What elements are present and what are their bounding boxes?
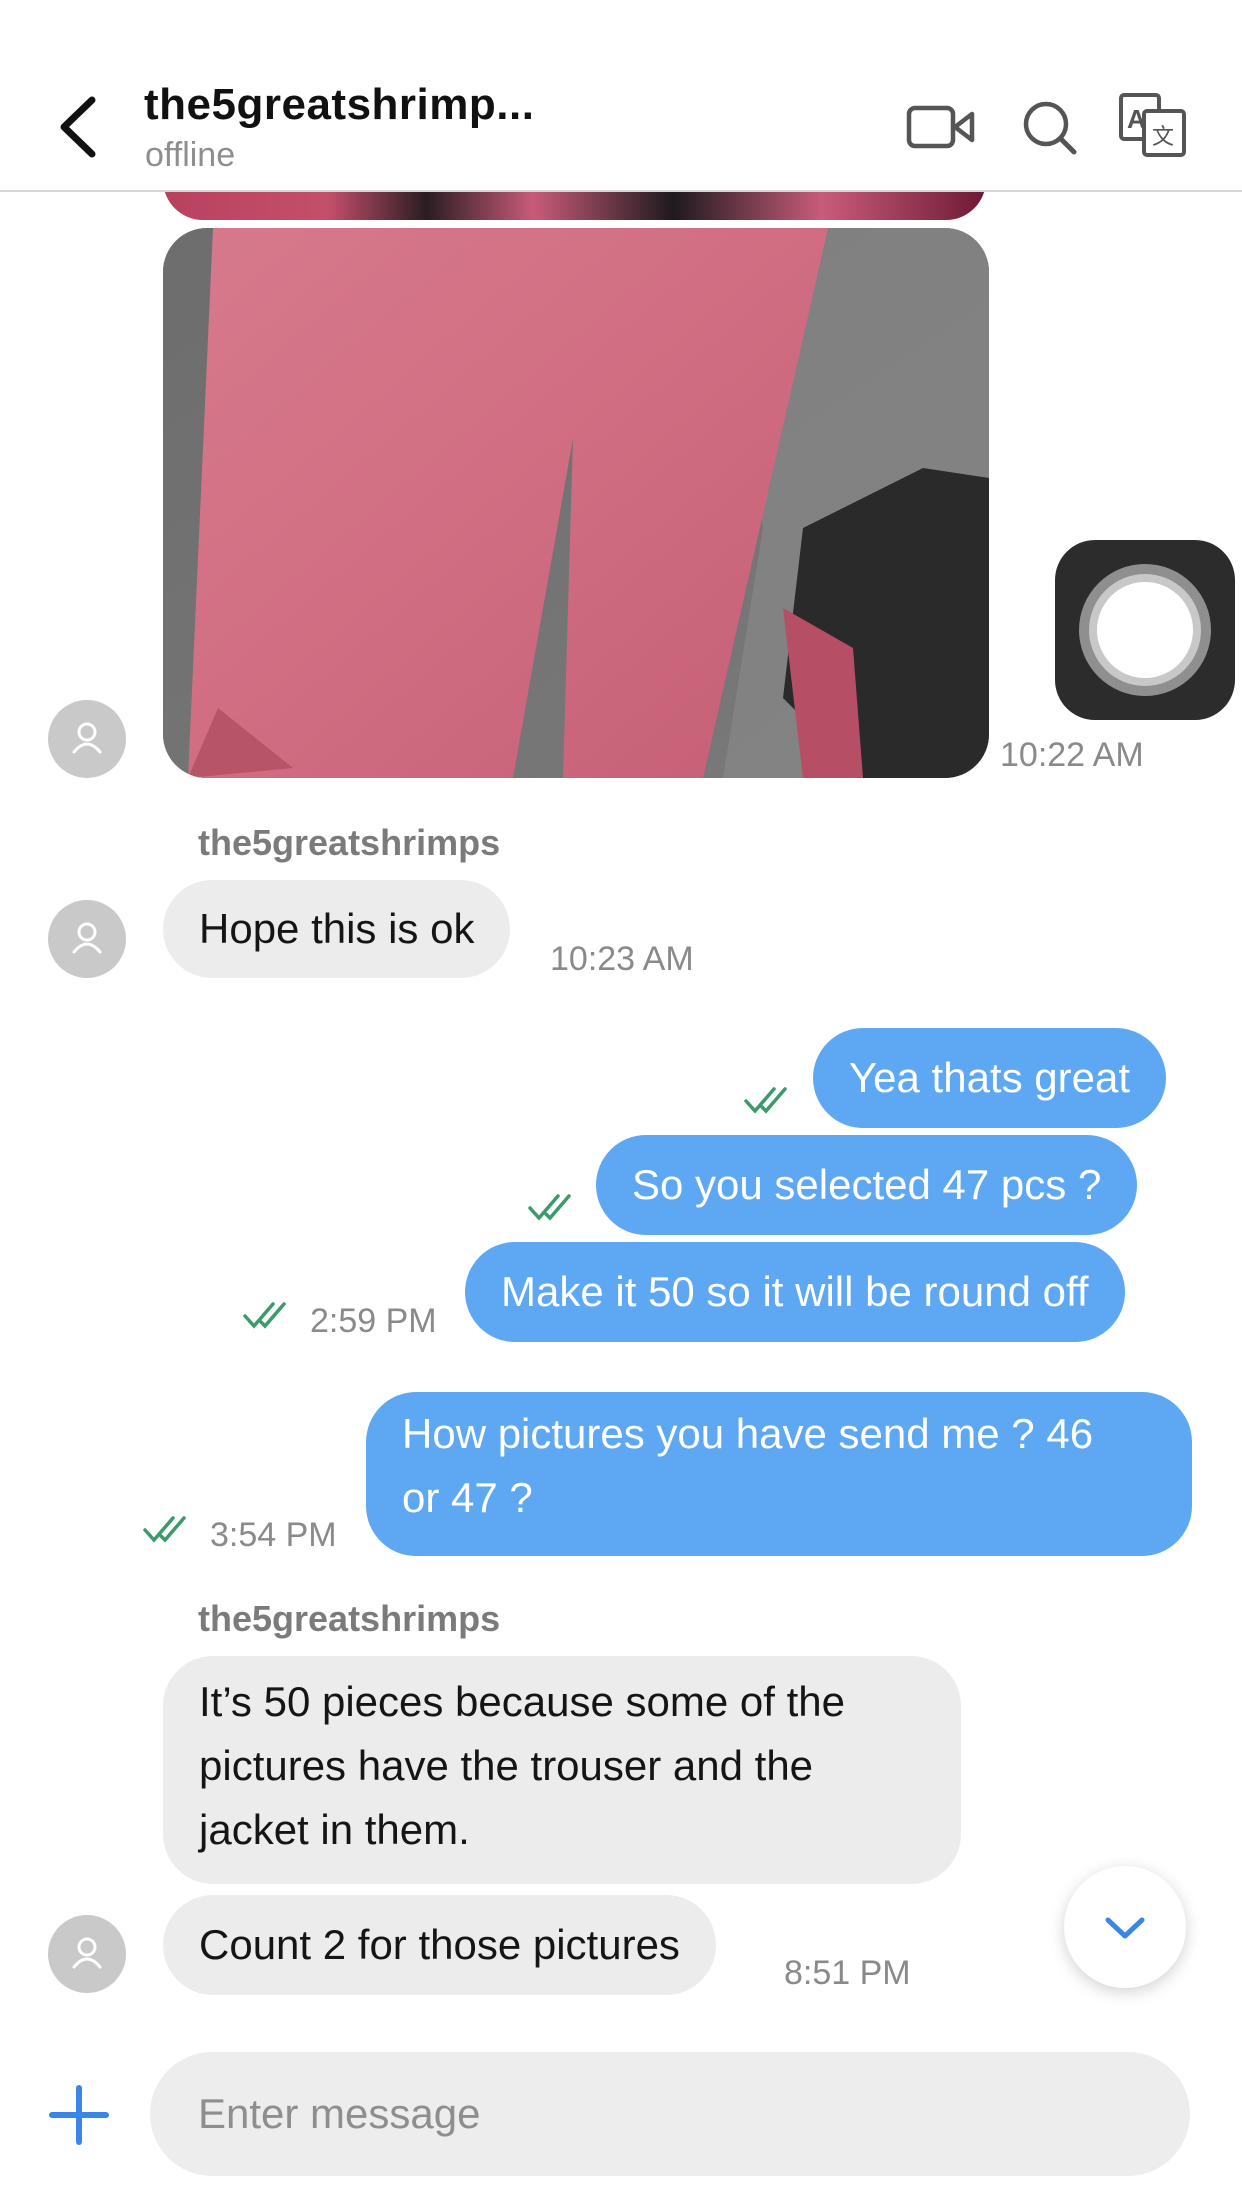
incoming-message[interactable]: Hope this is ok — [163, 880, 511, 978]
read-receipt-icon — [243, 1300, 299, 1335]
message-line: or 47 ? — [402, 1474, 533, 1521]
assistive-touch-button[interactable] — [1055, 540, 1235, 720]
scroll-to-bottom-button[interactable] — [1064, 1866, 1186, 1988]
message-time: 3:54 PM — [210, 1516, 337, 1554]
chat-title[interactable]: the5greatshrimp... — [144, 80, 534, 130]
incoming-message[interactable]: Count 2 for those pictures — [163, 1895, 716, 1995]
outgoing-message[interactable]: So you selected 47 pcs ? — [596, 1135, 1138, 1235]
read-receipt-icon — [528, 1192, 584, 1227]
sender-name: the5greatshrimps — [198, 822, 501, 863]
back-arrow-icon[interactable] — [52, 92, 112, 162]
outgoing-message[interactable]: Yea thats great — [813, 1028, 1166, 1128]
presence-status: offline — [145, 136, 236, 174]
message-line: It’s 50 pieces because some of the — [199, 1678, 845, 1725]
message-time: 10:23 AM — [550, 940, 694, 978]
avatar[interactable] — [48, 1915, 126, 1993]
read-receipt-icon — [744, 1085, 800, 1120]
message-time: 8:51 PM — [784, 1954, 911, 1992]
svg-text:文: 文 — [1152, 125, 1174, 150]
read-receipt-icon — [143, 1514, 199, 1549]
avatar[interactable] — [48, 900, 126, 978]
video-call-icon[interactable] — [906, 96, 976, 158]
chevron-down-icon — [1105, 1917, 1145, 1939]
message-input[interactable] — [150, 2052, 1190, 2176]
chat-header: the5greatshrimp... offline A 文 — [0, 0, 1242, 192]
message-time: 10:22 AM — [1000, 736, 1144, 774]
plus-icon — [49, 2085, 109, 2145]
add-attachment-button[interactable] — [48, 2084, 110, 2146]
photo-message-pink-trousers[interactable] — [163, 228, 989, 778]
message-line: How pictures you have send me ? 46 — [402, 1410, 1094, 1457]
outgoing-message[interactable]: Make it 50 so it will be round off — [465, 1242, 1125, 1342]
search-icon[interactable] — [1016, 96, 1086, 158]
svg-text:A: A — [1127, 104, 1146, 134]
outgoing-message[interactable]: How pictures you have send me ? 46 or 47… — [366, 1392, 1192, 1556]
sender-name: the5greatshrimps — [198, 1598, 501, 1639]
message-line: pictures have the trouser and the — [199, 1742, 814, 1789]
translate-icon[interactable]: A 文 — [1118, 92, 1188, 157]
avatar[interactable] — [48, 700, 126, 778]
message-time: 2:59 PM — [310, 1302, 437, 1340]
incoming-message[interactable]: It’s 50 pieces because some of the pictu… — [163, 1656, 961, 1884]
message-line: jacket in them. — [199, 1806, 470, 1853]
